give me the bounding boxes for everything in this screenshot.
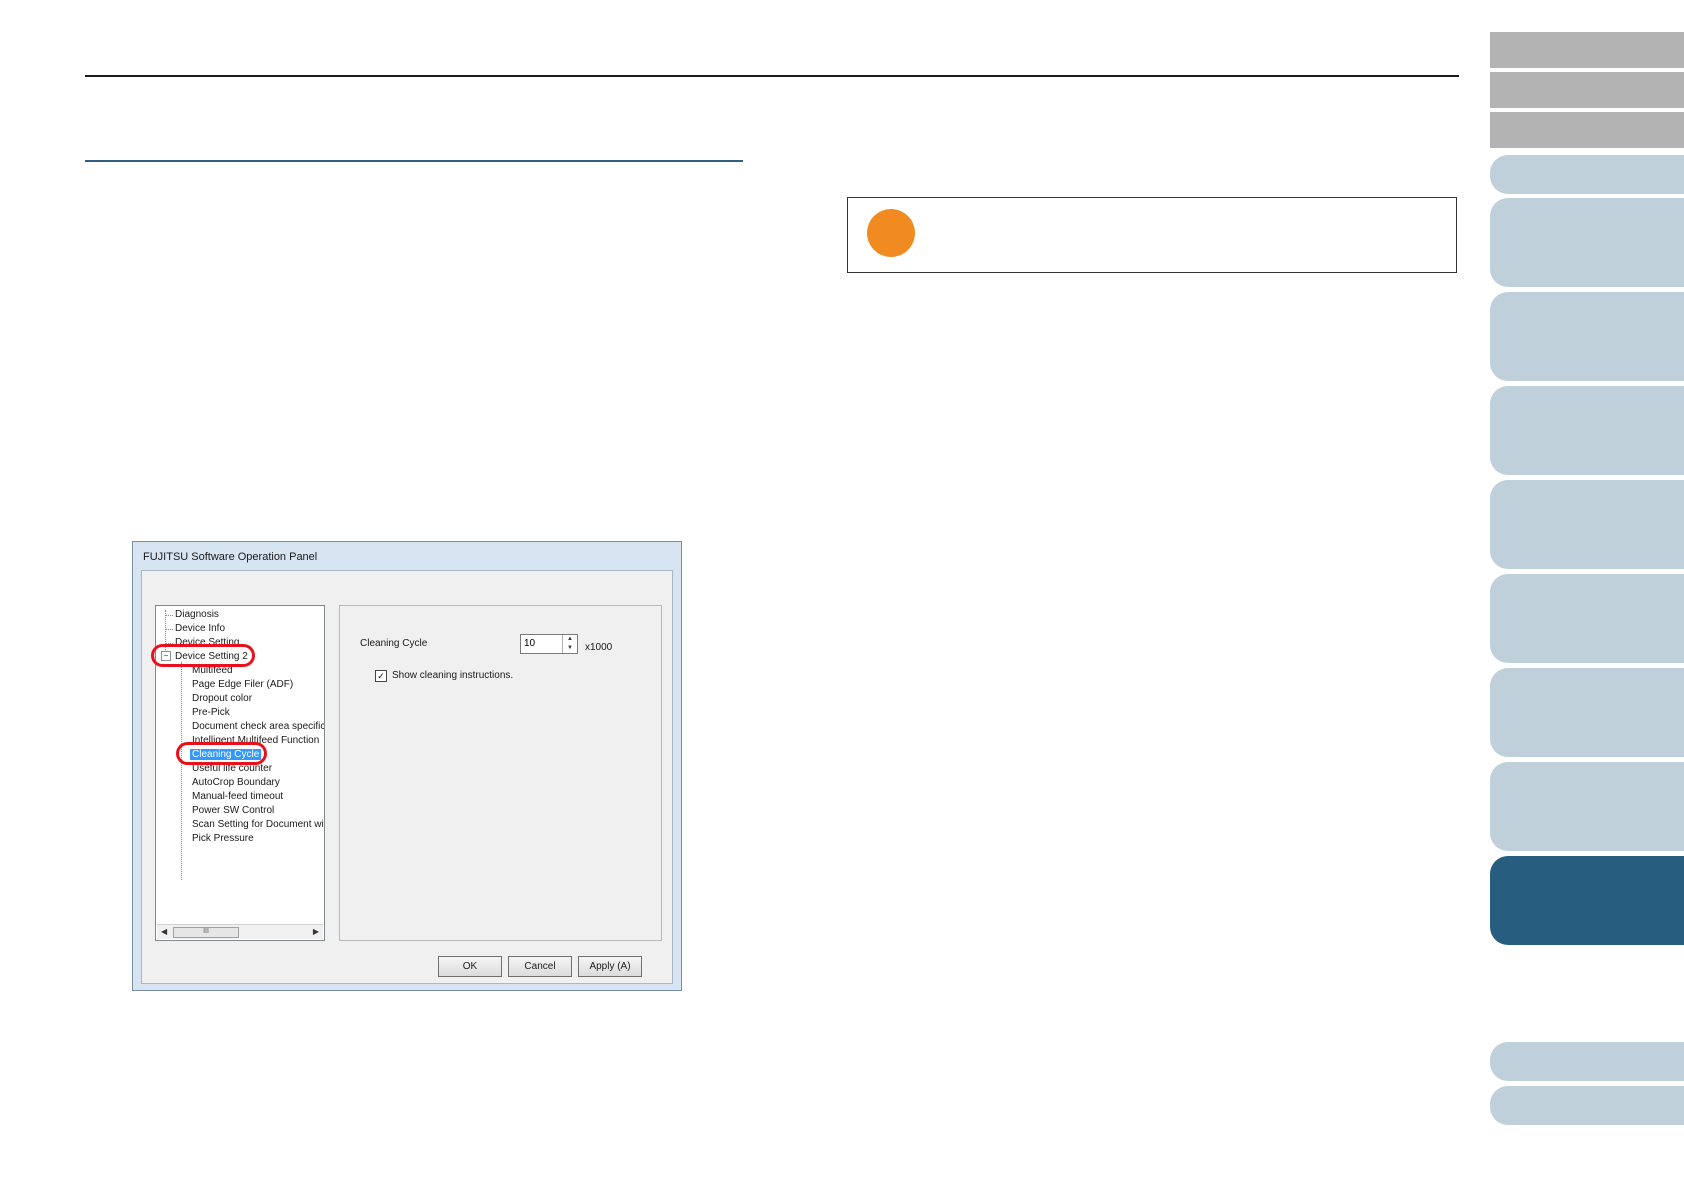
dialog-body: − Diagnosis Device Info Device Setting D… bbox=[141, 570, 673, 984]
nav-tab-1[interactable] bbox=[1490, 32, 1684, 68]
tree-item-scan-setting[interactable]: Scan Setting for Document wit bbox=[192, 819, 324, 830]
tree-item-dropout-color[interactable]: Dropout color bbox=[192, 693, 252, 704]
tree-line bbox=[165, 615, 173, 616]
cleaning-cycle-panel: Cleaning Cycle 10 ▲ ▼ x1000 ✓ Show cleani… bbox=[339, 605, 662, 941]
tree-line bbox=[181, 662, 182, 880]
attention-box bbox=[847, 197, 1457, 273]
nav-tab-5[interactable] bbox=[1490, 198, 1684, 287]
tree-item-pick-pressure[interactable]: Pick Pressure bbox=[192, 833, 254, 844]
nav-tab-8[interactable] bbox=[1490, 480, 1684, 569]
nav-tab-bottom-1[interactable] bbox=[1490, 1042, 1684, 1081]
scroll-left-icon[interactable]: ◀ bbox=[161, 927, 167, 936]
nav-tab-2[interactable] bbox=[1490, 72, 1684, 108]
cancel-button[interactable]: Cancel bbox=[508, 956, 572, 977]
highlight-ring-device-setting-2 bbox=[151, 644, 255, 667]
tree-item-page-edge-filer[interactable]: Page Edge Filer (ADF) bbox=[192, 679, 293, 690]
nav-tab-10[interactable] bbox=[1490, 668, 1684, 757]
attention-icon bbox=[867, 209, 915, 257]
show-instructions-label: Show cleaning instructions. bbox=[392, 670, 514, 681]
header-rule bbox=[85, 75, 1459, 77]
tree-item-device-info[interactable]: Device Info bbox=[175, 623, 225, 634]
cleaning-cycle-unit: x1000 bbox=[585, 642, 613, 653]
spinner-arrows-icon[interactable]: ▲ ▼ bbox=[562, 635, 577, 653]
cleaning-cycle-value[interactable]: 10 bbox=[524, 638, 535, 649]
tree-item-manual-feed-timeout[interactable]: Manual-feed timeout bbox=[192, 791, 283, 802]
nav-tab-4[interactable] bbox=[1490, 155, 1684, 194]
nav-tab-bottom-2[interactable] bbox=[1490, 1086, 1684, 1125]
section-rule bbox=[85, 160, 743, 162]
apply-button[interactable]: Apply (A) bbox=[578, 956, 642, 977]
ok-button[interactable]: OK bbox=[438, 956, 502, 977]
tree-item-power-sw-control[interactable]: Power SW Control bbox=[192, 805, 274, 816]
show-instructions-checkbox[interactable]: ✓ bbox=[375, 670, 387, 682]
cleaning-cycle-spinner[interactable]: 10 ▲ ▼ bbox=[520, 634, 578, 654]
nav-tab-3[interactable] bbox=[1490, 112, 1684, 148]
tree-item-pre-pick[interactable]: Pre-Pick bbox=[192, 707, 230, 718]
dialog-title: FUJITSU Software Operation Panel bbox=[143, 551, 318, 563]
scroll-right-icon[interactable]: ▶ bbox=[313, 927, 319, 936]
tree-item-document-check-area[interactable]: Document check area specific bbox=[192, 721, 324, 732]
nav-tab-9[interactable] bbox=[1490, 574, 1684, 663]
operation-panel-dialog: FUJITSU Software Operation Panel − Diagn… bbox=[132, 541, 682, 991]
highlight-ring-cleaning-cycle bbox=[176, 742, 267, 765]
tree-horizontal-scrollbar[interactable]: ◀ III ▶ bbox=[157, 924, 323, 939]
nav-tab-active[interactable] bbox=[1490, 856, 1684, 945]
scroll-thumb[interactable]: III bbox=[173, 927, 239, 938]
tree-item-diagnosis[interactable]: Diagnosis bbox=[175, 609, 219, 620]
nav-tab-7[interactable] bbox=[1490, 386, 1684, 475]
tree-line bbox=[165, 629, 173, 630]
nav-tab-6[interactable] bbox=[1490, 292, 1684, 381]
nav-tab-11[interactable] bbox=[1490, 762, 1684, 851]
tree-item-autocrop-boundary[interactable]: AutoCrop Boundary bbox=[192, 777, 280, 788]
cleaning-cycle-label: Cleaning Cycle bbox=[360, 638, 428, 649]
